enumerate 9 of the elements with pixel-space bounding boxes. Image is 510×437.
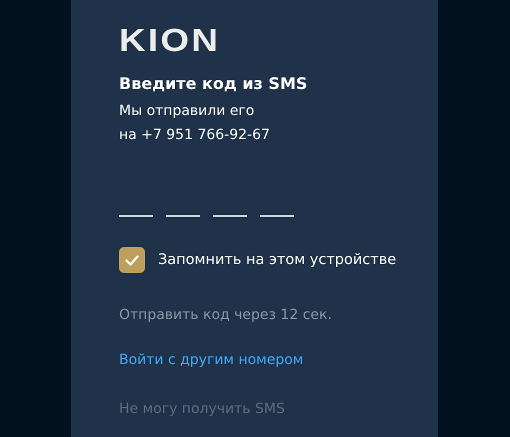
heading: Введите код из SMS bbox=[119, 74, 308, 93]
logo: KION bbox=[119, 24, 220, 56]
checkbox[interactable] bbox=[119, 247, 145, 273]
resend-timer-text: Отправить код через 12 сек. bbox=[119, 307, 332, 323]
checkbox-label: Запомнить на этом устройстве bbox=[158, 252, 396, 268]
subtitle-text: Мы отправили его bbox=[119, 102, 256, 121]
subtitle-text: на +7 951 766-92-67 bbox=[119, 126, 270, 145]
check-icon bbox=[125, 254, 139, 266]
other-number-link[interactable]: Войти с другим номером bbox=[119, 352, 304, 368]
